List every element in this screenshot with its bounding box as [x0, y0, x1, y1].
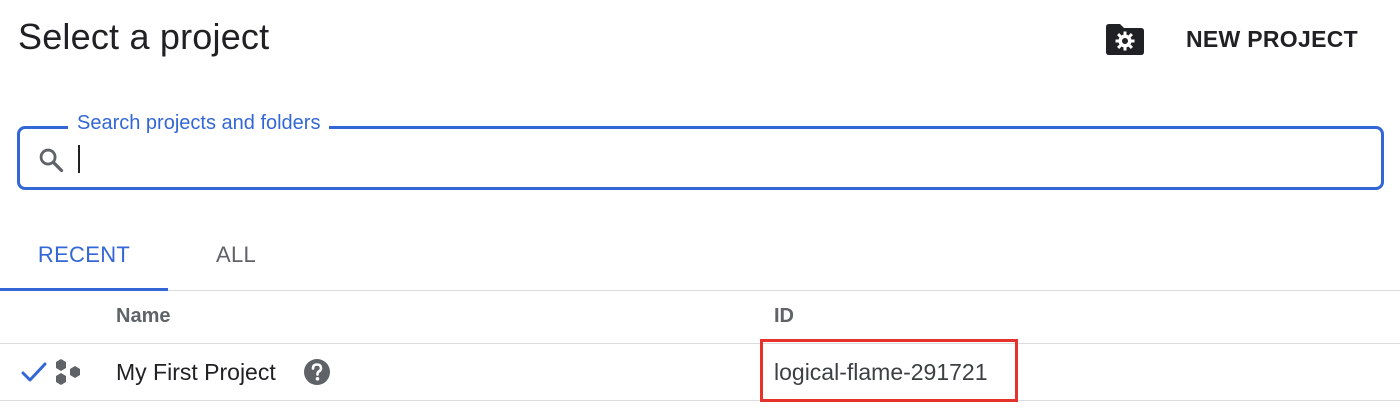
table-header: Name ID: [0, 291, 1400, 344]
project-name[interactable]: My First Project: [116, 359, 276, 386]
column-header-name[interactable]: Name: [116, 305, 170, 328]
project-hexagons-icon: [56, 359, 80, 385]
search-label: Search projects and folders: [68, 112, 330, 135]
select-project-dialog: Select a project NEW PROJECT Search proj…: [0, 0, 1400, 419]
column-header-id[interactable]: ID: [774, 305, 794, 328]
search-input[interactable]: [76, 139, 1360, 181]
search-icon: [39, 148, 64, 173]
check-icon: [21, 362, 47, 382]
table-row[interactable]: My First Project logical-flame-291721: [0, 339, 1400, 402]
help-icon[interactable]: [303, 358, 331, 386]
folder-gear-icon[interactable]: [1104, 22, 1146, 56]
tab-recent-label: RECENT: [37, 242, 131, 267]
tab-all-label: ALL: [215, 242, 257, 267]
project-tabs: RECENT ALL: [0, 220, 1400, 291]
text-cursor: [78, 145, 80, 173]
project-id: logical-flame-291721: [774, 359, 988, 385]
tab-recent[interactable]: RECENT: [0, 220, 168, 290]
tab-all[interactable]: ALL: [168, 220, 304, 290]
new-project-button[interactable]: NEW PROJECT: [1168, 14, 1376, 64]
search-field[interactable]: Search projects and folders: [17, 112, 1384, 190]
page-title: Select a project: [18, 16, 270, 57]
